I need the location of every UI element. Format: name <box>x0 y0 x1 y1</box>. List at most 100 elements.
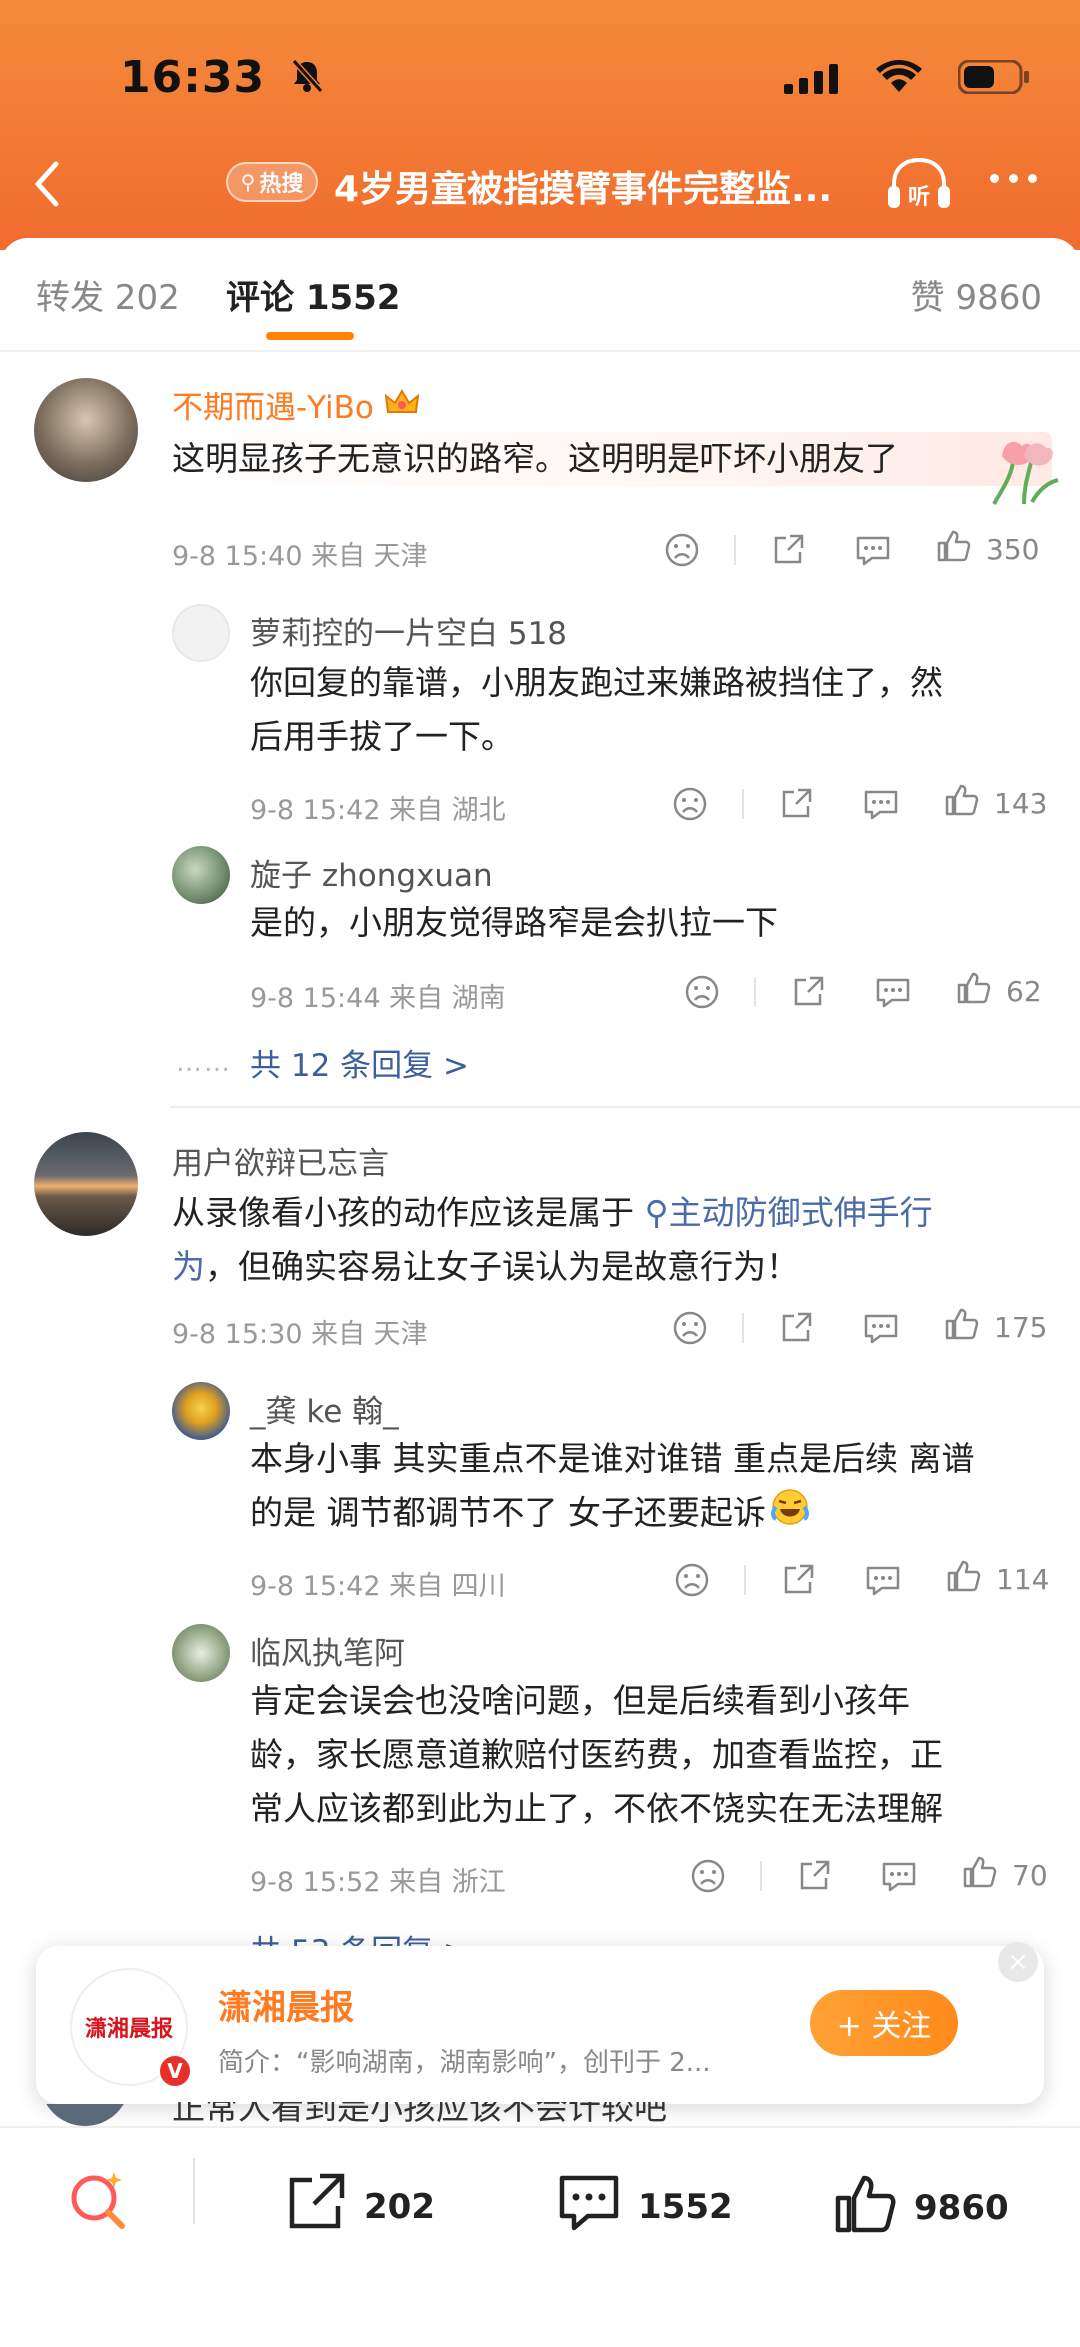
reply-text: 本身小事 其实重点不是谁对谁错 重点是后续 离谱 的是 调节都调节不了 女子还要… <box>250 1432 1050 1543</box>
comment-author[interactable]: 不期而遇-YiBo <box>172 382 420 427</box>
super-search-icon[interactable] <box>66 2168 130 2236</box>
share-icon[interactable] <box>780 1562 816 1598</box>
comment-author-name: 不期而遇-YiBo <box>172 390 374 426</box>
like-button[interactable]: 175 <box>944 1306 1047 1349</box>
like-count: 9860 <box>914 2187 1009 2228</box>
reply-text-line: 常人应该都到此为止了，不依不饶实在无法理解 <box>250 1789 943 1828</box>
active-tab-indicator <box>266 332 354 340</box>
reply-text: 是的，小朋友觉得路窄是会扒拉一下 <box>250 896 1050 950</box>
avatar[interactable] <box>34 378 138 482</box>
dislike-sad-face-icon[interactable] <box>690 1858 726 1894</box>
reply-text-line: 本身小事 其实重点不是谁对谁错 重点是后续 离谱 <box>250 1439 975 1478</box>
topic-link-text: 为 <box>172 1247 205 1286</box>
reply-text-line: 的是 调节都调节不了 女子还要起诉 <box>250 1493 766 1532</box>
follow-button[interactable]: + 关注 <box>810 1990 958 2056</box>
battery-icon <box>957 59 1030 98</box>
reply-author[interactable]: 萝莉控的一片空白 518 <box>250 608 567 653</box>
close-icon[interactable]: × <box>998 1942 1038 1982</box>
listen-label: 听 <box>908 185 930 210</box>
topic-link-text: 主动防御式伸手行 <box>668 1193 933 1232</box>
reply-comment-icon[interactable] <box>862 786 900 822</box>
verified-v-icon: V <box>158 2054 192 2088</box>
avatar[interactable] <box>172 846 230 904</box>
divider <box>170 1106 1080 1108</box>
avatar[interactable] <box>34 1132 138 1236</box>
repost-button[interactable]: 202 <box>284 2172 435 2241</box>
like-count: 350 <box>986 533 1040 566</box>
comment-author[interactable]: 用户欲辩已忘言 <box>172 1138 389 1183</box>
search-icon: ⚲ <box>644 1193 669 1232</box>
status-time: 16:33 <box>120 52 266 103</box>
reply-meta: 9-8 15:42 来自 四川 <box>250 1571 506 1602</box>
replies-dots: …… <box>176 1048 232 1078</box>
tab-bar: 转发 202 评论 1552 赞 9860 <box>0 238 1080 350</box>
tab-comments[interactable]: 评论 1552 <box>226 270 400 319</box>
comment-text-part: ，但确实容易让女子误认为是故意行为！ <box>205 1247 799 1286</box>
share-icon[interactable] <box>778 1310 814 1346</box>
reply-text-line: 肯定会误会也没啥问题，但是后续看到小孩年 <box>250 1681 910 1720</box>
tab-repost[interactable]: 转发 202 <box>36 270 180 319</box>
reply-text-line: 是的，小朋友觉得路窄是会扒拉一下 <box>250 903 778 942</box>
share-icon[interactable] <box>790 974 826 1010</box>
reply-comment-icon[interactable] <box>864 1562 902 1598</box>
comment-button[interactable]: 1552 <box>556 2172 733 2241</box>
reply-comment-icon[interactable] <box>862 1310 900 1346</box>
like-button[interactable]: 350 <box>936 528 1039 571</box>
avatar <box>40 2104 130 2126</box>
share-icon <box>284 2172 348 2241</box>
like-button[interactable]: 70 <box>962 1854 1048 1897</box>
comment-meta: 9-8 15:30 来自 天津 <box>172 1319 428 1350</box>
share-icon[interactable] <box>770 532 806 568</box>
follow-banner[interactable]: 潇湘晨报 V 潇湘晨报 简介：“影响湖南，湖南影响”，创刊于 2... + 关注… <box>36 1942 1044 2104</box>
crown-badge-icon <box>384 389 420 426</box>
dislike-sad-face-icon[interactable] <box>672 786 708 822</box>
comment-count: 1552 <box>638 2186 733 2227</box>
avatar[interactable] <box>172 604 230 662</box>
avatar[interactable] <box>172 1382 230 1440</box>
share-icon[interactable] <box>778 786 814 822</box>
comment-actions: 350 <box>664 528 1039 571</box>
thumbs-up-icon <box>944 782 980 825</box>
dislike-sad-face-icon[interactable] <box>672 1310 708 1346</box>
reply-actions: 114 <box>674 1558 1049 1601</box>
reply-comment-icon[interactable] <box>854 532 892 568</box>
logo-text: 潇湘晨报 <box>84 2017 173 2042</box>
reply-comment-icon[interactable] <box>880 1858 918 1894</box>
comment-meta: 9-8 15:40 来自 天津 <box>172 541 428 572</box>
thumbs-up-icon <box>946 1558 982 1601</box>
reply-author[interactable]: 临风执笔阿 <box>250 1628 405 1673</box>
like-count: 70 <box>1012 1859 1048 1892</box>
tab-likes[interactable]: 赞 9860 <box>911 270 1042 319</box>
dislike-sad-face-icon[interactable] <box>664 532 700 568</box>
like-count: 114 <box>996 1563 1050 1596</box>
reply-author[interactable]: 旋子 zhongxuan <box>250 850 493 895</box>
page-title: 4岁男童被指摸臂事件完整监... <box>334 169 833 210</box>
thumbs-up-icon <box>944 1306 980 1349</box>
dislike-sad-face-icon[interactable] <box>674 1562 710 1598</box>
share-icon[interactable] <box>796 1858 832 1894</box>
divider <box>193 2158 195 2224</box>
like-button[interactable]: 143 <box>944 782 1047 825</box>
hot-search-badge[interactable]: ⚲ 热搜 <box>226 162 318 202</box>
more-replies-link[interactable]: 共 12 条回复 > <box>250 1040 469 1085</box>
like-button[interactable]: 9860 <box>834 2172 1009 2243</box>
listen-headphone-icon[interactable]: 听 <box>884 154 954 218</box>
more-options-icon[interactable] <box>990 174 1037 183</box>
avatar[interactable] <box>172 1624 230 1682</box>
comment-text: 这明显孩子无意识的路窄。这明明是吓坏小朋友了 <box>172 432 1052 486</box>
search-icon: ⚲ <box>240 170 256 194</box>
thumbs-up-icon <box>962 1854 998 1897</box>
account-name[interactable]: 潇湘晨报 <box>218 1980 354 2029</box>
reply-text: 肯定会误会也没啥问题，但是后续看到小孩年 龄，家长愿意道歉赔付医药费，加查看监控… <box>250 1674 1050 1836</box>
divider <box>0 350 1080 352</box>
like-button[interactable]: 114 <box>946 1558 1049 1601</box>
reply-text-line: 龄，家长愿意道歉赔付医药费，加查看监控，正 <box>250 1735 943 1774</box>
back-arrow-icon[interactable] <box>28 158 68 214</box>
reply-author[interactable]: _龚 ke 翰_ <box>250 1386 399 1431</box>
hot-badge-label: 热搜 <box>259 172 304 197</box>
like-count: 143 <box>994 787 1048 820</box>
reply-actions: 70 <box>690 1854 1048 1897</box>
dislike-sad-face-icon[interactable] <box>684 974 720 1010</box>
reply-comment-icon[interactable] <box>874 974 912 1010</box>
like-button[interactable]: 62 <box>956 970 1042 1013</box>
